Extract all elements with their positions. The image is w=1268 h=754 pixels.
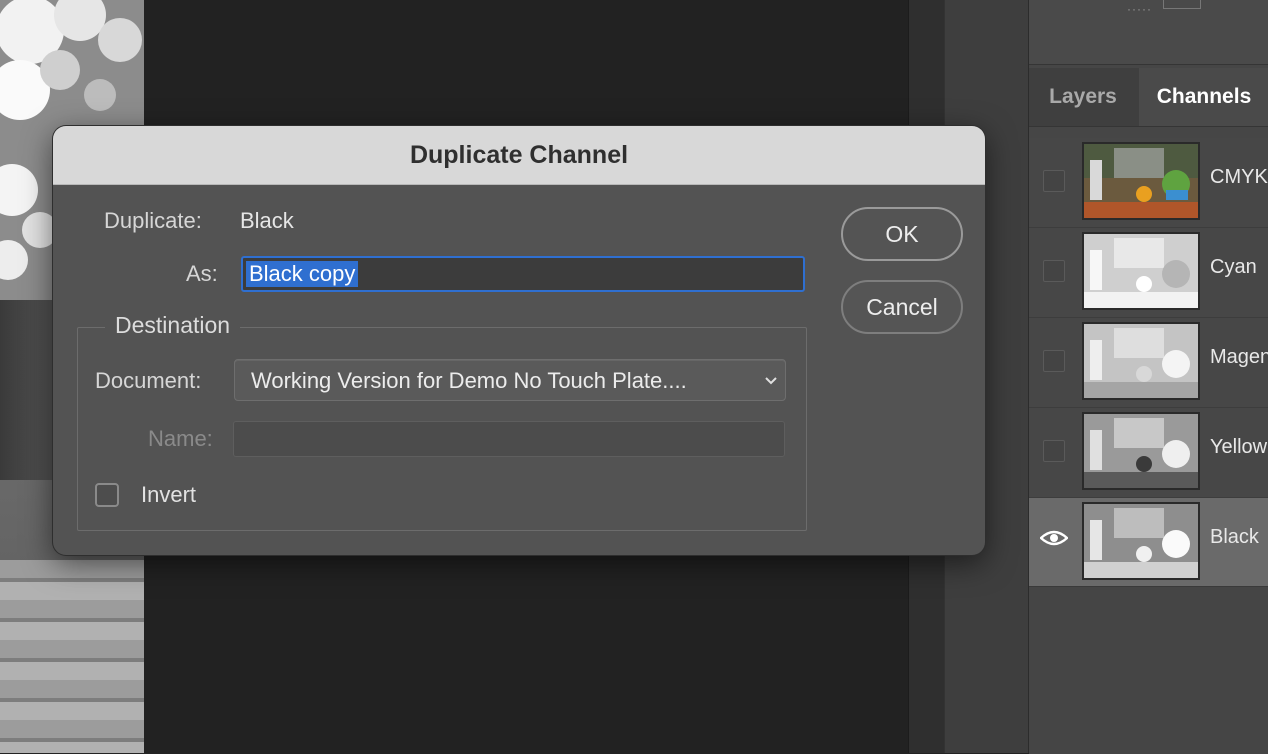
name-label: Name: — [148, 426, 213, 451]
channel-name-magenta: Magenta — [1210, 346, 1268, 368]
panel-empty-area — [1029, 586, 1268, 754]
channel-name-yellow: Yellow — [1210, 436, 1268, 458]
channel-name-cmyk: CMYK — [1210, 166, 1268, 188]
document-label: Document: — [95, 368, 202, 393]
more-dots-icon[interactable]: ····· — [1127, 2, 1152, 16]
visibility-toggle-magenta[interactable] — [1043, 350, 1065, 372]
as-input-selected-text: Black copy — [246, 261, 359, 287]
channel-thumbnail-cyan — [1082, 232, 1200, 310]
document-select[interactable]: Working Version for Demo No Touch Plate.… — [234, 359, 786, 401]
tab-layers[interactable]: Layers — [1029, 68, 1137, 126]
duplicate-value: Black — [240, 208, 294, 233]
channel-row-yellow[interactable]: Yellow — [1029, 408, 1268, 498]
channel-row-cyan[interactable]: Cyan — [1029, 228, 1268, 318]
tab-channels[interactable]: Channels — [1139, 68, 1268, 126]
channel-row-magenta[interactable]: Magenta — [1029, 318, 1268, 408]
duplicate-label: Duplicate: — [104, 208, 202, 233]
dialog-title: Duplicate Channel — [409, 141, 629, 169]
cancel-button[interactable]: Cancel — [841, 280, 963, 334]
background-table — [0, 560, 144, 753]
duplicate-channel-dialog: Duplicate Channel Duplicate: Black As: B… — [53, 126, 985, 555]
chevron-down-icon — [765, 377, 777, 385]
channel-name-black: Black — [1210, 526, 1259, 548]
visibility-toggle-yellow[interactable] — [1043, 440, 1065, 462]
as-label: As: — [186, 261, 218, 286]
ok-button[interactable]: OK — [841, 207, 963, 261]
channels-panel: ····· Layers Channels CMYK Cyan Magen Ye… — [1028, 0, 1268, 754]
invert-checkbox[interactable] — [95, 483, 119, 507]
channel-thumbnail-black — [1082, 502, 1200, 580]
channel-thumbnail-cmyk — [1082, 142, 1200, 220]
channel-list: CMYK Cyan Magen Yellow Black — [1029, 138, 1268, 588]
channel-thumbnail-magenta — [1082, 322, 1200, 400]
channel-row-black[interactable]: Black — [1029, 498, 1268, 588]
destination-legend: Destination — [105, 312, 241, 339]
visibility-toggle-cmyk[interactable] — [1043, 170, 1065, 192]
invert-label[interactable]: Invert — [141, 482, 196, 508]
panel-tabs: Layers Channels — [1029, 68, 1268, 127]
panel-top-box — [1163, 0, 1201, 9]
document-select-value: Working Version for Demo No Touch Plate.… — [251, 368, 687, 393]
channel-row-cmyk[interactable]: CMYK — [1029, 138, 1268, 228]
panel-top-area: ····· — [1029, 0, 1268, 65]
eye-icon[interactable] — [1040, 528, 1068, 548]
channel-thumbnail-yellow — [1082, 412, 1200, 490]
visibility-toggle-cyan[interactable] — [1043, 260, 1065, 282]
name-input[interactable] — [233, 421, 785, 457]
as-input[interactable]: Black copy — [241, 256, 805, 292]
dialog-titlebar[interactable]: Duplicate Channel — [53, 126, 985, 185]
channel-name-cyan: Cyan — [1210, 256, 1257, 278]
